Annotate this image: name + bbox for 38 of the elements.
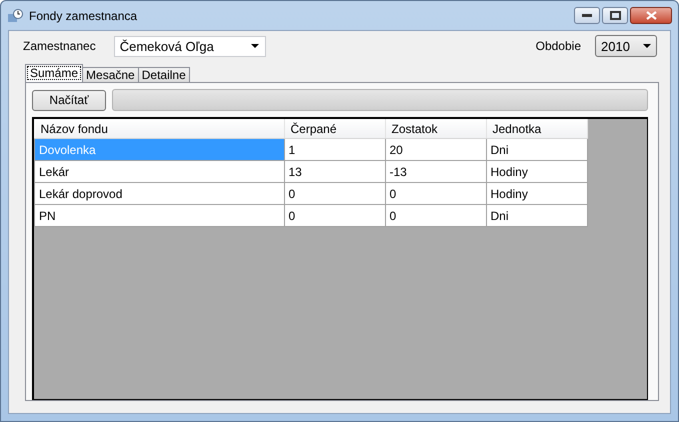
table-cell: Dovolenka — [34, 138, 284, 160]
period-dropdown[interactable]: 2010 — [595, 35, 657, 57]
table-cell: 0 — [284, 204, 385, 226]
tab[interactable]: Detailne — [138, 67, 190, 82]
dropdown-arrow-icon — [643, 44, 651, 48]
maximize-button[interactable] — [602, 7, 628, 24]
minimize-icon — [582, 14, 592, 18]
table-cell: Lekár — [34, 160, 284, 182]
employee-label: Zamestnanec — [23, 39, 96, 53]
table-cell: 1 — [284, 138, 385, 160]
employee-dropdown[interactable]: Čemeková Oľga — [114, 36, 266, 56]
column-header[interactable]: Čerpané — [284, 119, 385, 138]
tab[interactable]: Sumáme — [25, 64, 84, 82]
maximize-icon — [610, 11, 620, 20]
app-icon — [7, 8, 23, 24]
table-cell: Hodiny — [486, 160, 587, 182]
column-header[interactable]: Jednotka — [486, 119, 587, 138]
table-cell: 0 — [284, 182, 385, 204]
table-cell: Dni — [486, 138, 587, 160]
table-cell: Hodiny — [486, 182, 587, 204]
dropdown-arrow-icon — [250, 44, 259, 48]
table-cell: Dni — [486, 204, 587, 226]
table-cell: Lekár doprovod — [34, 182, 284, 204]
table-cell: 20 — [385, 138, 486, 160]
column-header[interactable]: Názov fondu — [34, 119, 284, 138]
load-button[interactable]: Načítať — [32, 90, 106, 110]
close-button[interactable] — [630, 7, 672, 24]
period-label: Obdobie — [536, 39, 581, 53]
window-title: Fondy zamestnanca — [29, 8, 138, 22]
table-cell: 0 — [385, 204, 486, 226]
column-header[interactable]: Zostatok — [385, 119, 486, 138]
close-icon — [646, 11, 656, 20]
table-cell: PN — [34, 204, 284, 226]
table-cell: 13 — [284, 160, 385, 182]
tab[interactable]: Mesačne — [82, 67, 139, 82]
table-cell: 0 — [385, 182, 486, 204]
minimize-button[interactable] — [574, 7, 600, 24]
table-cell: -13 — [385, 160, 486, 182]
